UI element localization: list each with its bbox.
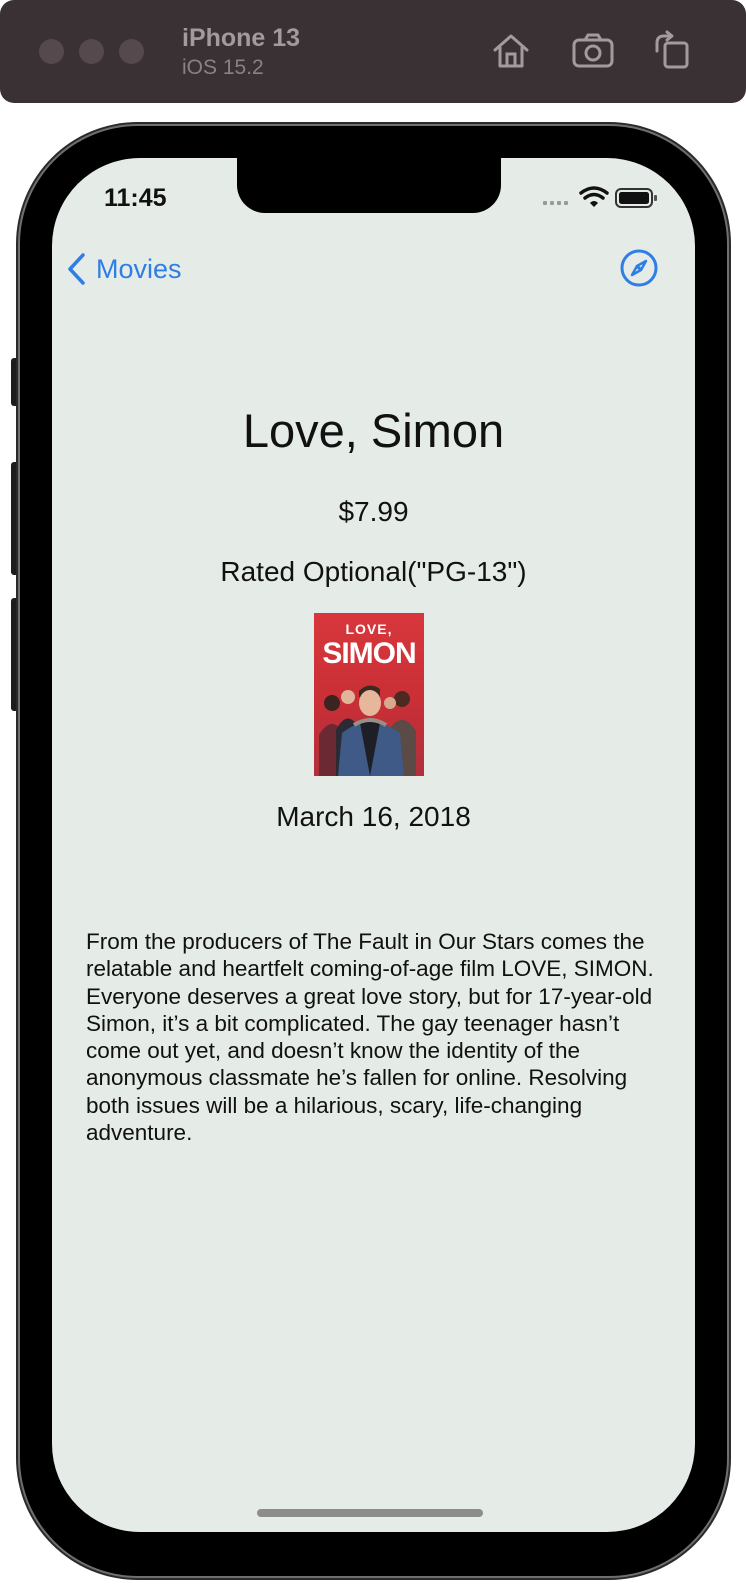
back-button-label: Movies	[96, 253, 182, 284]
movie-synopsis: From the producers of The Fault in Our S…	[86, 929, 654, 1146]
rotate-icon[interactable]	[651, 29, 695, 73]
notch	[237, 158, 501, 213]
window-close-button[interactable]	[39, 39, 64, 64]
chevron-left-icon	[68, 253, 85, 285]
volume-down-button[interactable]	[11, 598, 20, 711]
compass-icon[interactable]	[619, 248, 659, 288]
device-screen: 11:45 Movies Love, Simon $7.99 Rated Opt…	[52, 158, 695, 1532]
poster-top-text: LOVE,	[345, 621, 393, 637]
simulator-toolbar: iPhone 13 iOS 15.2	[0, 0, 746, 103]
cellular-icon	[543, 201, 568, 205]
home-indicator[interactable]	[257, 1509, 483, 1517]
status-time: 11:45	[104, 184, 167, 212]
release-date: March 16, 2018	[276, 801, 471, 832]
window-zoom-button[interactable]	[119, 39, 144, 64]
screenshot-icon[interactable]	[571, 29, 615, 73]
device-os-version: iOS 15.2	[182, 56, 264, 79]
movie-rating: Rated Optional("PG-13")	[220, 556, 527, 587]
status-icons	[543, 186, 657, 208]
wifi-icon	[579, 186, 609, 207]
back-button[interactable]: Movies	[66, 252, 182, 286]
movie-poster: LOVE, SIMON	[314, 613, 424, 776]
mute-switch[interactable]	[11, 358, 20, 406]
home-icon[interactable]	[489, 29, 533, 73]
volume-up-button[interactable]	[11, 462, 20, 575]
poster-main-text: SIMON	[322, 637, 416, 670]
device-name: iPhone 13	[182, 24, 301, 52]
window-minimize-button[interactable]	[79, 39, 104, 64]
movie-price: $7.99	[338, 496, 409, 527]
battery-icon	[615, 188, 657, 208]
movie-title: Love, Simon	[242, 404, 505, 457]
poster-artwork	[319, 685, 416, 776]
